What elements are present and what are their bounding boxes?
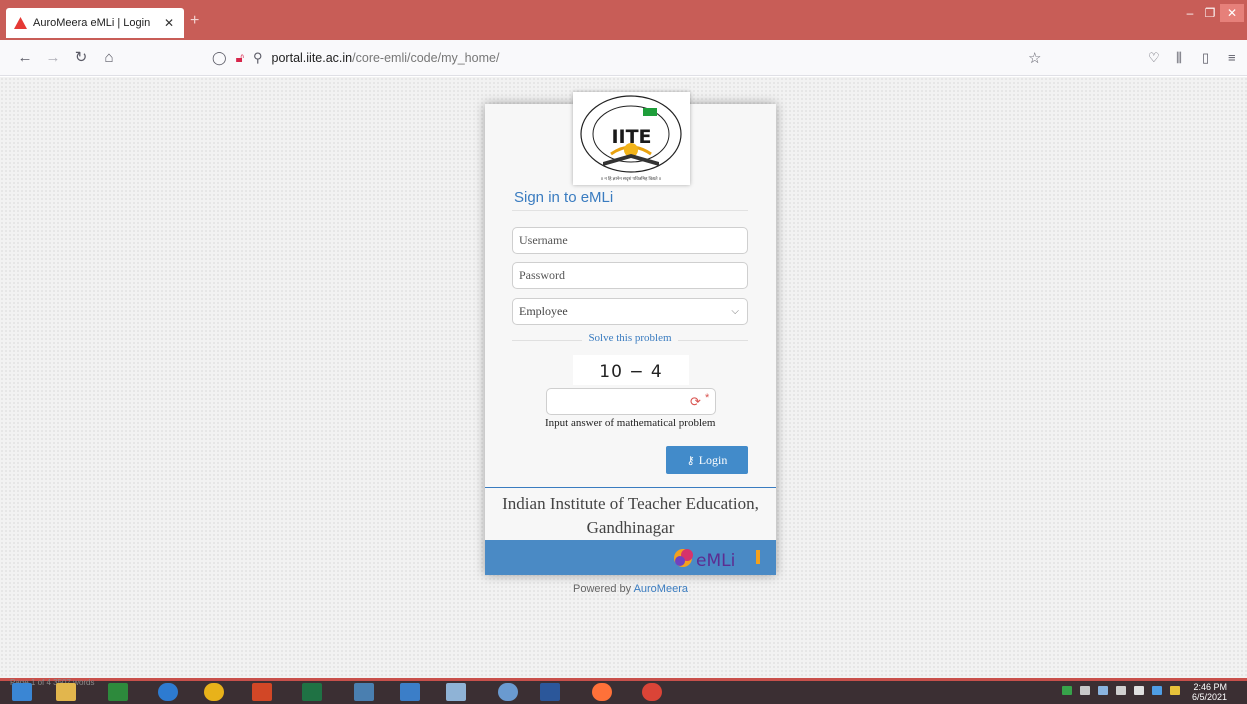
notification-tray-icon[interactable] [1170,686,1180,695]
captcha-help-text: Input answer of mathematical problem [545,417,716,429]
new-tab-icon[interactable]: + [190,12,199,30]
role-select[interactable]: Employee ⌵ [512,298,748,325]
calculator-icon[interactable] [446,683,466,701]
store-icon[interactable] [108,683,128,701]
clock-date: 6/5/2021 [1192,692,1228,702]
brand-bar: eMLi [485,540,776,575]
clock-time: 2:46 PM [1193,682,1228,692]
refresh-captcha-icon[interactable]: ⟳ [690,394,701,410]
captcha-image: 10 − 4 [573,355,689,385]
powerpoint-icon[interactable] [252,683,272,701]
taskbar-strip [0,678,1247,681]
start-icon[interactable] [12,683,32,701]
svg-text:eMLi: eMLi [696,551,735,571]
signin-heading: Sign in to eMLi [514,189,614,206]
insecure-lock-icon[interactable]: 🔓︎ [236,50,244,66]
browser-navbar: ← → ↻ ⌂ ◯ 🔓︎ ⚲ portal.iite.ac.in/core-em… [0,40,1247,76]
footer-divider [485,487,776,488]
system-clock[interactable]: 2:46 PM 6/5/2021 [1192,682,1227,702]
address-bar[interactable]: ◯ 🔓︎ ⚲ portal.iite.ac.in/core-emli/code/… [212,46,1052,70]
chevron-down-icon: ⌵ [731,306,739,317]
word-icon[interactable] [540,683,560,701]
powered-prefix: Powered by [573,583,632,595]
username-input[interactable]: Username [512,227,748,254]
flag-tray-icon[interactable] [1098,686,1108,695]
svg-text:॥ न हि ज्ञानेन सदृशं पवित्रमिह: ॥ न हि ज्ञानेन सदृशं पवित्रमिह विद्यते ॥ [601,175,662,182]
library-icon[interactable]: ⫼ [1176,50,1182,66]
url-path: /core-emli/code/my_home/ [352,51,500,65]
heading-divider [512,210,748,211]
sidebar-icon[interactable]: ▯ [1202,50,1209,66]
auromeera-link[interactable]: AuroMeera [634,583,688,595]
permissions-icon[interactable]: ⚲ [253,50,263,66]
browser-titlebar: AuroMeera eMLi | Login ✕ + – ❐ ✕ [0,0,1247,40]
iite-logo: ॥ न हि ज्ञानेन सदृशं पवित्रमिह विद्यते ॥… [573,92,690,185]
login-button-label: Login [698,453,728,467]
username-placeholder: Username [519,233,568,247]
network-tray-icon[interactable] [1062,686,1072,695]
ie-icon[interactable] [158,683,178,701]
bluetooth-tray-icon[interactable] [1152,686,1162,695]
password-placeholder: Password [519,268,566,282]
emli-logo-icon: eMLi [674,549,760,571]
home-icon[interactable]: ⌂ [100,49,118,67]
browser-tab[interactable]: AuroMeera eMLi | Login ✕ [6,8,184,38]
wifi-tray-icon[interactable] [1080,686,1090,695]
login-button[interactable]: ⚷ Login [666,446,748,474]
tab-title: AuroMeera eMLi | Login [33,17,151,29]
maximize-icon[interactable]: ❐ [1198,4,1222,22]
volume-tray-icon[interactable] [1134,686,1144,695]
display-tray-icon[interactable] [1116,686,1126,695]
url-text[interactable]: portal.iite.ac.in/core-emli/code/my_home… [272,51,500,65]
page-background: ॥ न हि ज्ञानेन सदृशं पवित्रमिह विद्यते ॥… [0,77,1247,678]
institute-line-2: Gandhinagar [586,518,675,537]
tab-close-icon[interactable]: ✕ [162,16,176,30]
window-close-icon[interactable]: ✕ [1220,4,1244,22]
people-app-icon[interactable] [400,683,420,701]
institute-line-1: Indian Institute of Teacher Education, [502,494,759,513]
windows-taskbar: Page 1 of 4 3507 words 2:46 PM 6/5/2021 [0,678,1247,704]
pocket-icon[interactable]: ♡ [1148,50,1160,66]
chrome-icon[interactable] [204,683,224,701]
back-icon[interactable]: ← [16,49,34,67]
powered-by: Powered by AuroMeera [485,583,776,595]
menu-icon[interactable]: ≡ [1228,50,1236,65]
chrome-window-icon[interactable] [642,683,662,701]
emli-logo-text: eMLi [696,551,735,571]
shield-icon[interactable]: ◯ [212,50,227,66]
institute-name: Indian Institute of Teacher Education, G… [485,492,776,540]
file-explorer-icon[interactable] [56,683,76,701]
captcha-answer-input[interactable]: ⟳ * [546,388,716,415]
password-input[interactable]: Password [512,262,748,289]
url-host: portal.iite.ac.in [271,51,353,65]
excel-icon[interactable] [302,683,322,701]
key-icon: ⚷ [686,455,695,467]
logo-text: IITE [611,126,652,148]
reload-icon[interactable]: ↻ [72,49,90,67]
login-card: ॥ न हि ज्ञानेन सदृशं पवित्रमिह विद्यते ॥… [485,92,776,575]
captcha-prompt: Solve this problem [512,332,748,348]
firefox-icon[interactable] [592,683,612,701]
paint-icon[interactable] [498,683,518,701]
auromeera-favicon-icon [14,17,27,29]
role-selected-value: Employee [519,304,568,318]
pen-tool-icon[interactable] [354,683,374,701]
required-marker: * [705,392,710,404]
bookmark-star-icon[interactable]: ☆ [1028,49,1041,67]
forward-icon[interactable]: → [44,49,62,67]
